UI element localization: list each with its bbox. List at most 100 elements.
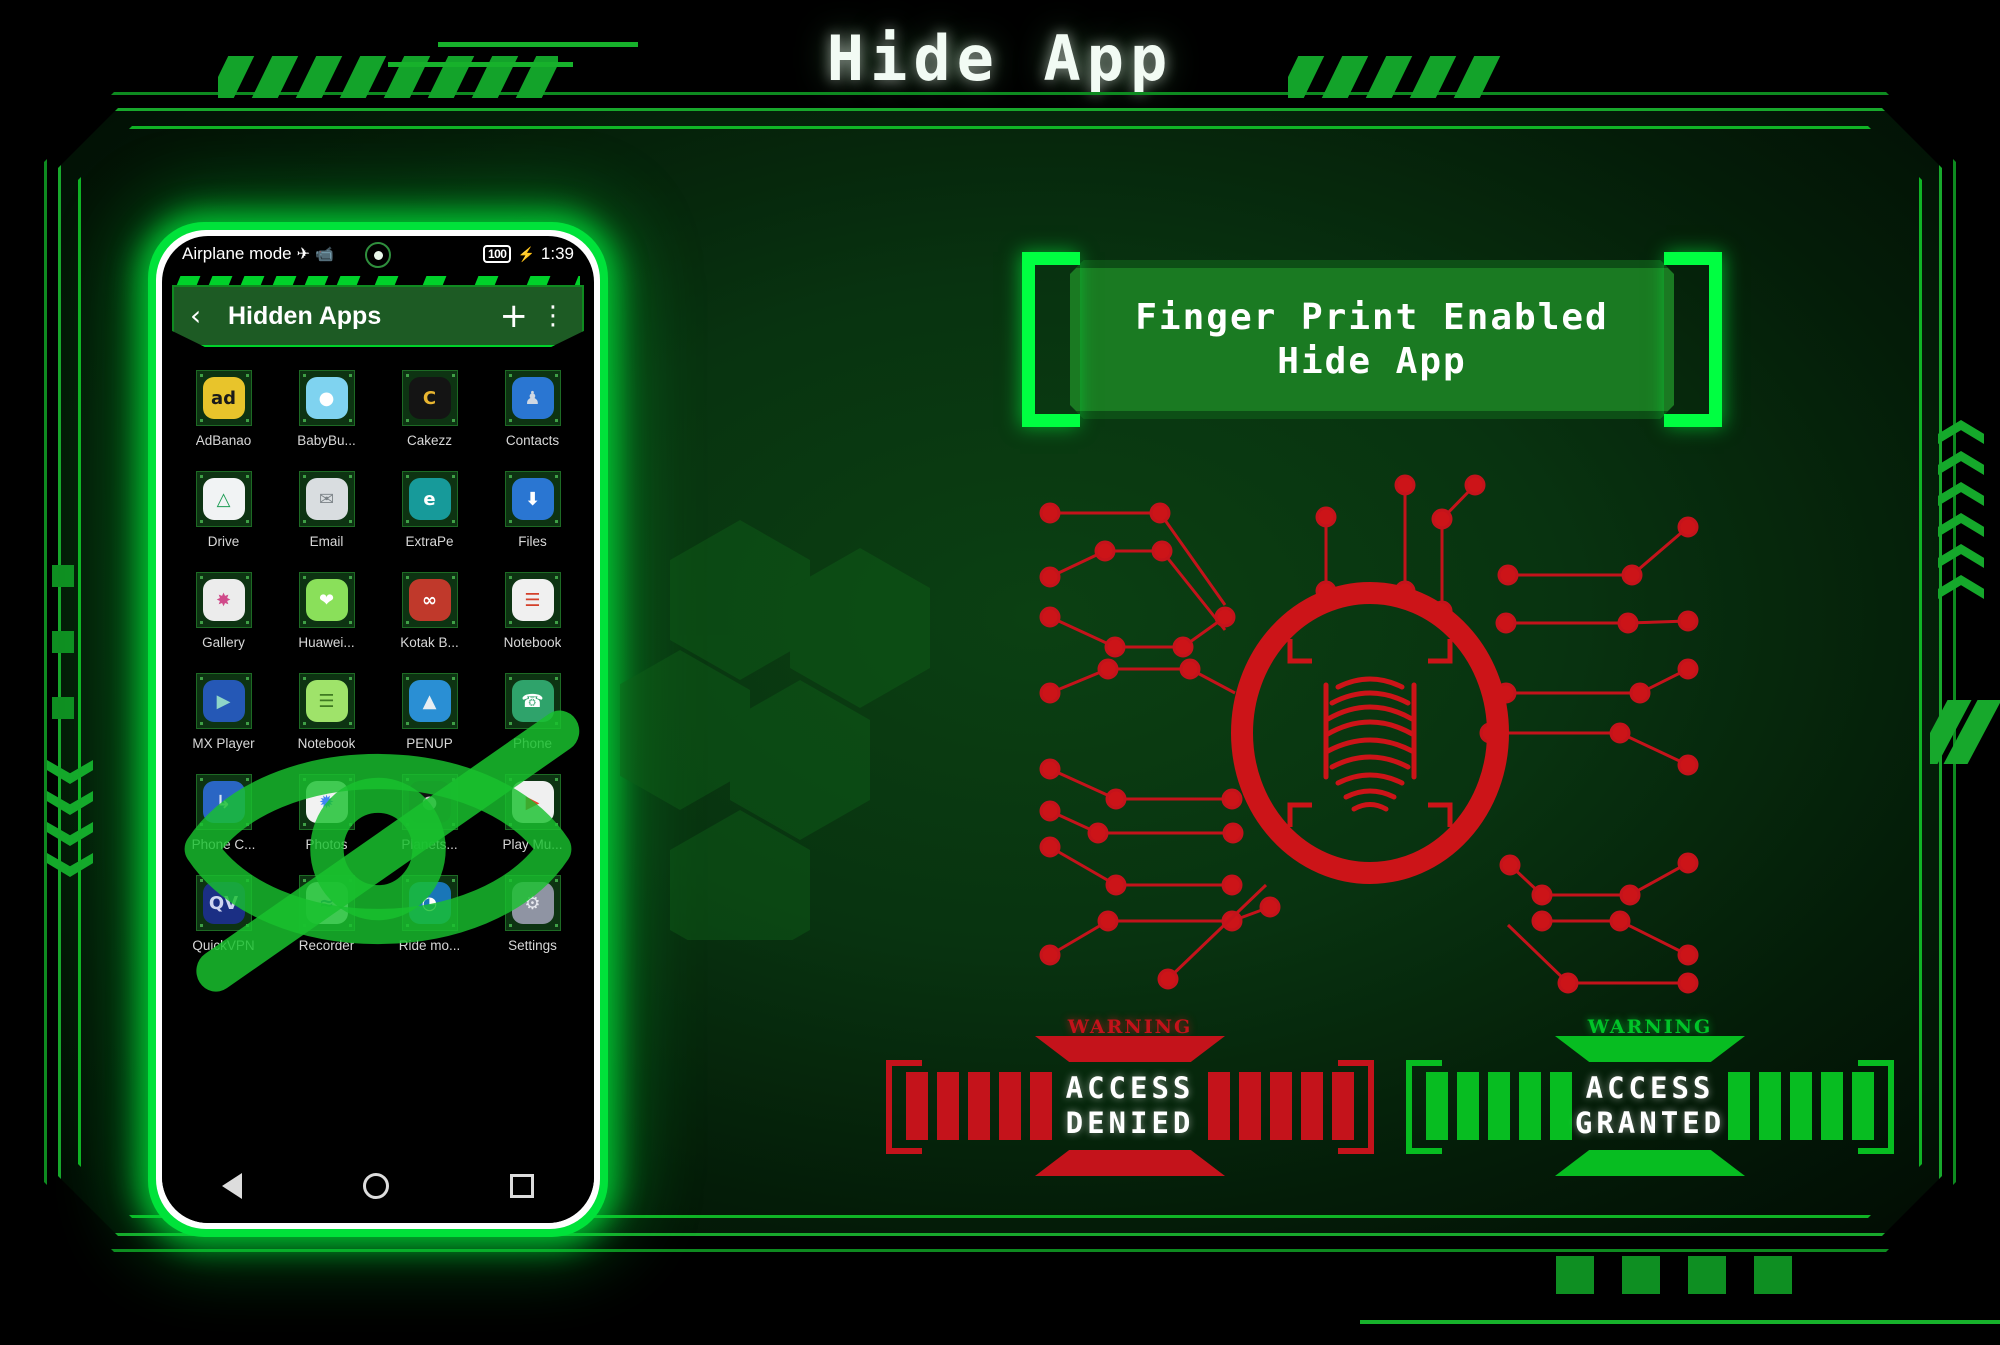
app-cell[interactable]: ⚙ Settings: [481, 868, 584, 963]
app-cell[interactable]: ♟ Contacts: [481, 363, 584, 458]
icon-frame: ☎: [504, 673, 561, 729]
denied-cap-top-icon: [1035, 1036, 1225, 1062]
app-cell[interactable]: ☰ Notebook: [275, 666, 378, 761]
warning-label: WARNING: [1067, 1016, 1193, 1038]
quickvpn-icon: QV: [202, 882, 245, 924]
app-cell[interactable]: ☰ Notebook: [481, 565, 584, 660]
fingerprint-scanner-graphic[interactable]: [1020, 455, 1720, 995]
app-cell[interactable]: ● BabyBu...: [275, 363, 378, 458]
extrape-icon: e: [408, 478, 451, 520]
app-cell[interactable]: ☎ Phone: [481, 666, 584, 761]
babybus-icon: ●: [305, 377, 348, 419]
app-cell[interactable]: ▶ Play Mu...: [481, 767, 584, 862]
app-cell[interactable]: ↳ Phone C...: [172, 767, 275, 862]
app-label: Files: [518, 534, 547, 549]
icon-frame: ☰: [504, 572, 561, 628]
notebook2-icon: ☰: [305, 680, 348, 722]
app-cell[interactable]: ⬇ Files: [481, 464, 584, 559]
app-cell[interactable]: ∞ Kotak B...: [378, 565, 481, 660]
app-cell[interactable]: ≈ Recorder: [275, 868, 378, 963]
phone-device: Airplane mode ✈ 📹 100 ⚡ 1:39 ‹ Hidden Ap…: [148, 222, 608, 1237]
phone-clone-icon: ↳: [202, 781, 245, 823]
adbanao-icon: ad: [202, 377, 245, 419]
app-label: AdBanao: [195, 433, 252, 448]
app-label: Settings: [508, 938, 557, 953]
icon-frame: ♟: [504, 370, 561, 426]
icon-frame: ⬇: [504, 471, 561, 527]
nav-back-icon[interactable]: [222, 1173, 243, 1199]
app-label: Planets...: [401, 837, 458, 852]
icon-frame: ≈: [298, 875, 355, 931]
airplane-icon: ✈: [296, 246, 311, 263]
denied-cap-bottom-icon: [1035, 1150, 1225, 1176]
gallery-icon: ✸: [202, 579, 245, 621]
camera-icon: 📹: [315, 246, 334, 263]
plus-icon[interactable]: +: [500, 299, 529, 333]
granted-cap-top-icon: [1555, 1036, 1745, 1062]
app-label: Notebook: [503, 635, 562, 650]
icon-frame: ✹: [298, 774, 355, 830]
app-cell[interactable]: ◔ Ride mo...: [378, 868, 481, 963]
fingerprint-banner: Finger Print Enabled Hide App: [1022, 252, 1722, 427]
phone-navigation-bar: [162, 1149, 594, 1223]
app-label: ExtraPe: [405, 534, 454, 549]
screen-root: Hide App Airplane mode ✈ 📹 100 ⚡ 1:39 ‹ …: [0, 0, 2000, 1345]
icon-frame: ▲: [401, 673, 458, 729]
icon-frame: ●: [298, 370, 355, 426]
access-denied-badge: WARNING ACCESS DENIED: [880, 1016, 1380, 1180]
email-icon: ✉: [305, 478, 348, 520]
mx-player-icon: ▶: [202, 680, 245, 722]
app-label: Phone C...: [191, 837, 256, 852]
app-cell[interactable]: QV QuickVPN: [172, 868, 275, 963]
app-label: Play Mu...: [502, 837, 563, 852]
decor-bottom-line: [1360, 1320, 2000, 1324]
penup-icon: ▲: [408, 680, 451, 722]
files-icon: ⬇: [511, 478, 554, 520]
banner-line-2: Hide App: [1277, 340, 1467, 382]
app-cell[interactable]: ad AdBanao: [172, 363, 275, 458]
app-label: Contacts: [505, 433, 560, 448]
app-cell[interactable]: ▲ PENUP: [378, 666, 481, 761]
decor-left-squares: [52, 565, 74, 719]
app-label: Kotak B...: [400, 635, 459, 650]
app-label: Email: [309, 534, 344, 549]
app-cell[interactable]: ✸ Gallery: [172, 565, 275, 660]
app-label: Huawei...: [298, 635, 355, 650]
app-cell[interactable]: ✉ Email: [275, 464, 378, 559]
settings-icon: ⚙: [511, 882, 554, 924]
front-camera-punchhole: [365, 242, 391, 268]
hidden-apps-grid: ad AdBanao ● BabyBu... C Cakezz ♟ Contacts △ Driv…: [162, 347, 594, 963]
cakezz-icon: C: [408, 377, 451, 419]
app-cell[interactable]: ● Planets...: [378, 767, 481, 862]
icon-frame: △: [195, 471, 252, 527]
icon-frame: ✸: [195, 572, 252, 628]
icon-frame: QV: [195, 875, 252, 931]
app-label: QuickVPN: [192, 938, 255, 953]
decor-bottom-squares: [1556, 1256, 1792, 1294]
app-cell[interactable]: ❤ Huawei...: [275, 565, 378, 660]
icon-frame: ↳: [195, 774, 252, 830]
nav-home-icon[interactable]: [362, 1173, 389, 1199]
phone-icon: ☎: [511, 680, 554, 722]
icon-frame: ⚙: [504, 875, 561, 931]
more-vertical-icon[interactable]: ⋮: [540, 303, 566, 329]
battery-level: 100: [482, 245, 512, 263]
app-label: Photos: [305, 837, 348, 852]
drive-icon: △: [202, 478, 245, 520]
huawei-health-icon: ❤: [305, 579, 348, 621]
app-cell[interactable]: e ExtraPe: [378, 464, 481, 559]
granted-blocks-right: [1728, 1072, 1874, 1140]
app-cell[interactable]: △ Drive: [172, 464, 275, 559]
chevron-left-icon[interactable]: ‹: [190, 302, 216, 330]
granted-blocks-left: [1426, 1072, 1572, 1140]
hidden-apps-appbar: ‹ Hidden Apps + ⋮: [172, 285, 584, 347]
app-cell[interactable]: ✹ Photos: [275, 767, 378, 862]
access-granted-badge: WARNING ACCESS GRANTED: [1400, 1016, 1900, 1180]
app-cell[interactable]: C Cakezz: [378, 363, 481, 458]
status-bar: Airplane mode ✈ 📹 100 ⚡ 1:39: [162, 236, 594, 272]
app-label: Ride mo...: [398, 938, 461, 953]
bolt-icon: ⚡: [517, 245, 535, 262]
phone-screen: Airplane mode ✈ 📹 100 ⚡ 1:39 ‹ Hidden Ap…: [162, 236, 594, 1223]
nav-recents-icon[interactable]: [509, 1174, 534, 1198]
app-cell[interactable]: ▶ MX Player: [172, 666, 275, 761]
